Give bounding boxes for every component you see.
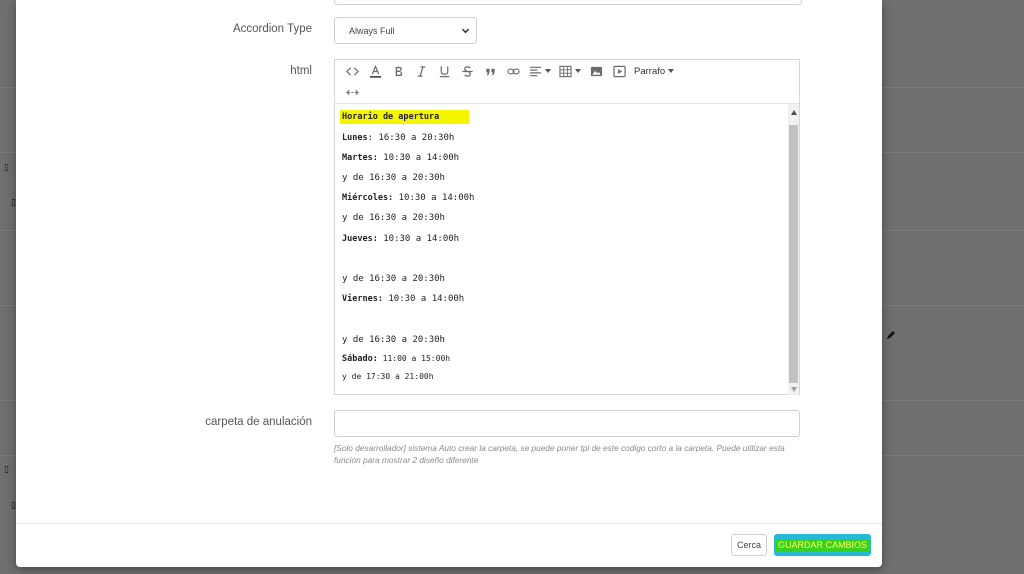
accordion-type-select[interactable]: Always Full — [334, 17, 477, 44]
override-folder-input[interactable] — [334, 410, 800, 437]
scroll-down-icon[interactable] — [788, 383, 799, 395]
editor-line: Lunes: 16:30 a 20:30h — [342, 133, 455, 143]
editor-line: y de 16:30 a 20:30h — [342, 274, 445, 284]
footer-divider — [16, 523, 882, 524]
background-checkbox-icon: ▯ — [4, 163, 9, 173]
save-changes-label: Guardar cambios — [775, 539, 869, 551]
fullscreen-icon[interactable] — [341, 82, 364, 102]
editor-line: Viernes: 10:30 a 14:00h — [342, 294, 465, 304]
video-icon[interactable] — [608, 61, 631, 81]
html-editor[interactable]: Parrafo Horario de apertura Lunes: 16:30… — [334, 59, 800, 395]
editor-line: Miércoles: 10:30 a 14:00h — [342, 193, 475, 203]
underline-icon[interactable] — [433, 61, 456, 81]
editor-line: Jueves: 10:30 a 14:00h — [342, 234, 460, 244]
image-icon[interactable] — [585, 61, 608, 81]
text-color-icon[interactable] — [364, 61, 387, 81]
scrollbar-thumb[interactable] — [789, 125, 798, 383]
paragraph-format-label: Parrafo — [634, 65, 666, 77]
pencil-icon — [887, 331, 895, 339]
accordion-type-value: Always Full — [349, 25, 395, 36]
strikethrough-icon[interactable] — [456, 61, 479, 81]
link-icon[interactable] — [502, 61, 525, 81]
override-folder-help-text: [Solo desarrollador] sistema Auto crear … — [334, 443, 785, 465]
quote-icon[interactable] — [479, 61, 502, 81]
editor-scrollbar[interactable] — [788, 104, 799, 395]
background-checkbox-icon: ▯ — [4, 465, 9, 475]
scroll-up-icon[interactable] — [788, 106, 799, 118]
editor-line: y de 17:30 a 21:00h — [342, 372, 434, 381]
editor-content-area[interactable]: Horario de apertura Lunes: 16:30 a 20:30… — [335, 104, 788, 394]
editor-line: y de 16:30 a 20:30h — [342, 173, 445, 183]
editor-line: y de 16:30 a 20:30h — [342, 335, 445, 345]
editor-line: y de 16:30 a 20:30h — [342, 213, 445, 223]
editor-line: Sábado: 11:00 a 15:00h — [342, 354, 451, 364]
table-icon[interactable] — [555, 61, 585, 81]
bold-icon[interactable] — [387, 61, 410, 81]
accordion-type-label: Accordion Type — [232, 23, 312, 35]
align-icon[interactable] — [525, 61, 555, 81]
save-changes-button[interactable]: Guardar cambios — [774, 534, 871, 556]
code-view-icon[interactable] — [341, 61, 364, 81]
chevron-down-icon — [461, 28, 470, 34]
previous-field-input[interactable] — [334, 0, 802, 5]
editor-line: Martes: 10:30 a 14:00h — [342, 153, 460, 163]
editor-line: Horario de apertura — [340, 110, 470, 124]
paragraph-format-dropdown[interactable]: Parrafo — [631, 65, 675, 77]
italic-icon[interactable] — [410, 61, 433, 81]
html-label: html — [290, 65, 312, 77]
module-settings-modal: Accordion Type Always Full html Parrafo … — [16, 0, 882, 567]
close-button[interactable]: Cerca — [731, 534, 767, 556]
editor-toolbar: Parrafo — [335, 60, 799, 104]
override-folder-label: carpeta de anulación — [205, 416, 312, 428]
